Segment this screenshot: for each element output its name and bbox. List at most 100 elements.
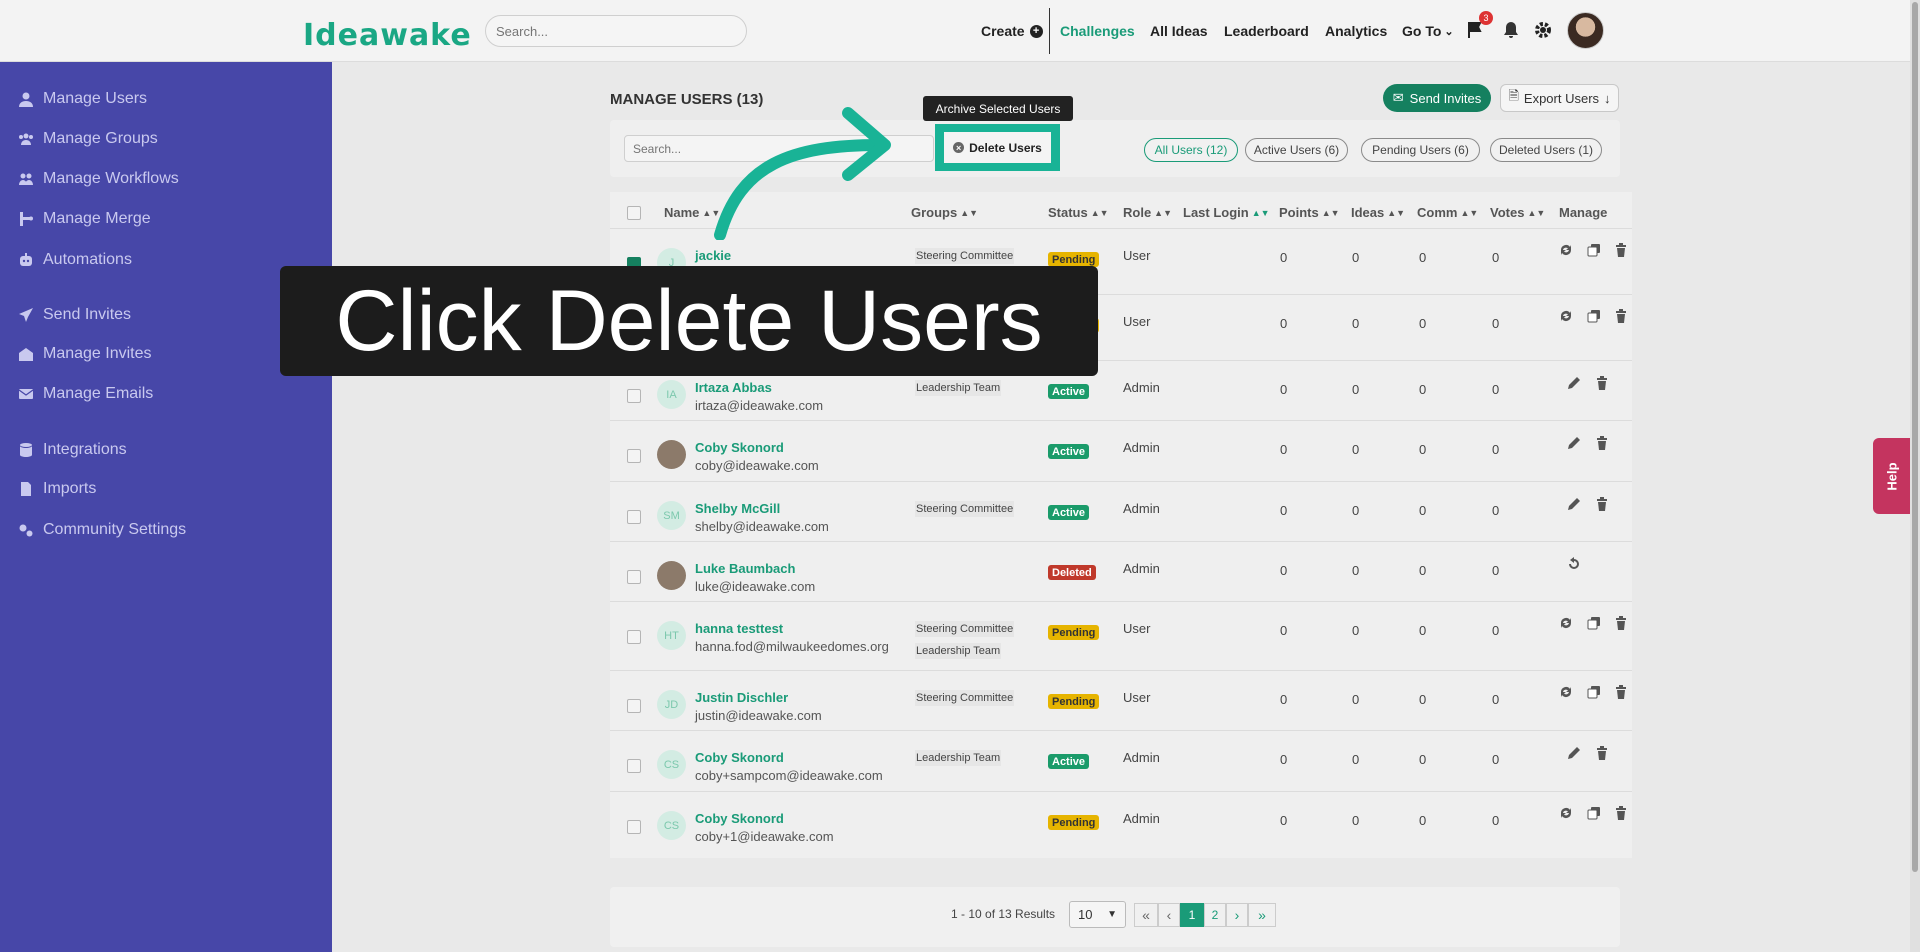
copy-icon[interactable] [1587,616,1601,630]
edit-icon[interactable] [1567,376,1581,390]
user-name-link[interactable]: Luke Baumbach [695,561,795,576]
create-menu[interactable]: Create + [981,0,1043,62]
user-name-link[interactable]: Justin Dischler [695,690,788,705]
user-avatar[interactable] [1567,12,1604,49]
user-name-link[interactable]: Shelby McGill [695,501,780,516]
sidebar-item-manage-merge[interactable]: Manage Merge [18,210,151,228]
column-header-status[interactable]: Status ▲▼ [1048,205,1109,220]
nav-all-ideas-label[interactable]: All Ideas [1150,23,1208,39]
filter-all-users[interactable]: All Users (12) [1144,138,1238,162]
comm-cell: 0 [1419,563,1427,578]
edit-icon[interactable] [1567,497,1581,511]
nav-challenges-label[interactable]: Challenges [1060,23,1135,39]
column-header-votes[interactable]: Votes ▲▼ [1490,205,1545,220]
pagination-page-2[interactable]: 2 [1204,903,1226,927]
pagination-prev[interactable]: ‹ [1158,903,1180,927]
pagination-next[interactable]: › [1226,903,1248,927]
user-name-link[interactable]: jackie [695,248,731,263]
help-tab[interactable]: Help [1873,438,1911,514]
sidebar-item-manage-users[interactable]: Manage Users [18,90,147,108]
trash-icon[interactable] [1614,243,1628,257]
trash-icon[interactable] [1614,309,1628,323]
column-header-last-login[interactable]: Last Login ▲▼ [1183,205,1270,220]
send-invites-button[interactable]: ✉ Send Invites [1383,84,1491,112]
trash-icon[interactable] [1595,376,1609,390]
ideawake-logo[interactable]: Ideawake [303,18,472,53]
column-header-ideas[interactable]: Ideas ▲▼ [1351,205,1405,220]
nav-all-ideas[interactable]: All Ideas [1150,0,1208,62]
resend-invite-icon[interactable] [1559,616,1573,630]
create-label[interactable]: Create [981,23,1025,39]
sidebar-item-community-settings[interactable]: Community Settings [18,521,186,539]
row-checkbox[interactable] [627,699,641,713]
resend-invite-icon[interactable] [1559,243,1573,257]
user-email: coby+sampcom@ideawake.com [695,768,883,783]
resend-invite-icon[interactable] [1559,685,1573,699]
row-checkbox[interactable] [627,630,641,644]
avatar: IA [657,380,686,409]
filter-pending-users[interactable]: Pending Users (6) [1361,138,1480,162]
row-checkbox[interactable] [627,449,641,463]
nav-go-to[interactable]: Go To ⌄ [1402,0,1454,62]
bell-icon[interactable] [1503,21,1519,44]
export-users-button[interactable]: 🗎 Export Users ↓ [1500,84,1619,112]
row-checkbox[interactable] [627,759,641,773]
edit-icon[interactable] [1567,746,1581,760]
pagination-summary: 1 - 10 of 13 Results [951,907,1056,921]
nav-go-to-label[interactable]: Go To [1402,23,1441,39]
sidebar-item-manage-emails[interactable]: Manage Emails [18,385,153,403]
scrollbar-thumb[interactable] [1912,2,1918,872]
nav-leaderboard-label[interactable]: Leaderboard [1224,23,1309,39]
copy-icon[interactable] [1587,309,1601,323]
copy-icon[interactable] [1587,685,1601,699]
user-name-link[interactable]: Coby Skonord [695,811,784,826]
trash-icon[interactable] [1614,616,1628,630]
row-checkbox[interactable] [627,570,641,584]
column-header-role[interactable]: Role ▲▼ [1123,205,1172,220]
user-name-link[interactable]: Coby Skonord [695,750,784,765]
trash-icon[interactable] [1595,746,1609,760]
filter-deleted-users[interactable]: Deleted Users (1) [1490,138,1602,162]
global-search-input[interactable] [485,15,747,47]
column-header-points[interactable]: Points ▲▼ [1279,205,1340,220]
sidebar-item-manage-workflows[interactable]: Manage Workflows [18,170,179,188]
pagination-first[interactable]: « [1134,903,1158,927]
pagination-last[interactable]: » [1248,903,1276,927]
column-header-comm[interactable]: Comm ▲▼ [1417,205,1478,220]
flag-icon[interactable]: 3 [1467,11,1493,44]
pagination-page-1[interactable]: 1 [1180,903,1204,927]
sidebar-item-send-invites[interactable]: Send Invites [18,306,131,324]
user-email: luke@ideawake.com [695,579,816,594]
resend-invite-icon[interactable] [1559,806,1573,820]
nav-analytics[interactable]: Analytics [1325,0,1387,62]
user-name-link[interactable]: Irtaza Abbas [695,380,772,395]
delete-users-button[interactable]: × Delete Users [944,132,1051,163]
restore-icon[interactable] [1567,557,1581,571]
nav-analytics-label[interactable]: Analytics [1325,23,1387,39]
resend-invite-icon[interactable] [1559,309,1573,323]
row-checkbox[interactable] [627,510,641,524]
nav-leaderboard[interactable]: Leaderboard [1224,0,1309,62]
filter-active-users[interactable]: Active Users (6) [1245,138,1348,162]
copy-icon[interactable] [1587,806,1601,820]
sidebar-item-manage-invites[interactable]: Manage Invites [18,345,152,363]
user-name-link[interactable]: hanna testtest [695,621,783,636]
sidebar-item-imports[interactable]: Imports [18,480,96,498]
select-all-checkbox[interactable] [627,206,641,220]
row-checkbox[interactable] [627,389,641,403]
trash-icon[interactable] [1595,436,1609,450]
trash-icon[interactable] [1614,685,1628,699]
trash-icon[interactable] [1595,497,1609,511]
nav-challenges[interactable]: Challenges [1060,0,1135,62]
page-size-select[interactable]: 10 ▼ [1069,901,1126,928]
row-checkbox[interactable] [627,820,641,834]
sidebar-item-manage-groups[interactable]: Manage Groups [18,130,158,148]
gear-icon[interactable] [1534,21,1552,44]
sidebar-item-automations[interactable]: Automations [18,251,132,269]
trash-icon[interactable] [1614,806,1628,820]
user-name-link[interactable]: Coby Skonord [695,440,784,455]
column-header-groups[interactable]: Groups ▲▼ [911,205,978,220]
sidebar-item-integrations[interactable]: Integrations [18,441,127,459]
copy-icon[interactable] [1587,243,1601,257]
edit-icon[interactable] [1567,436,1581,450]
